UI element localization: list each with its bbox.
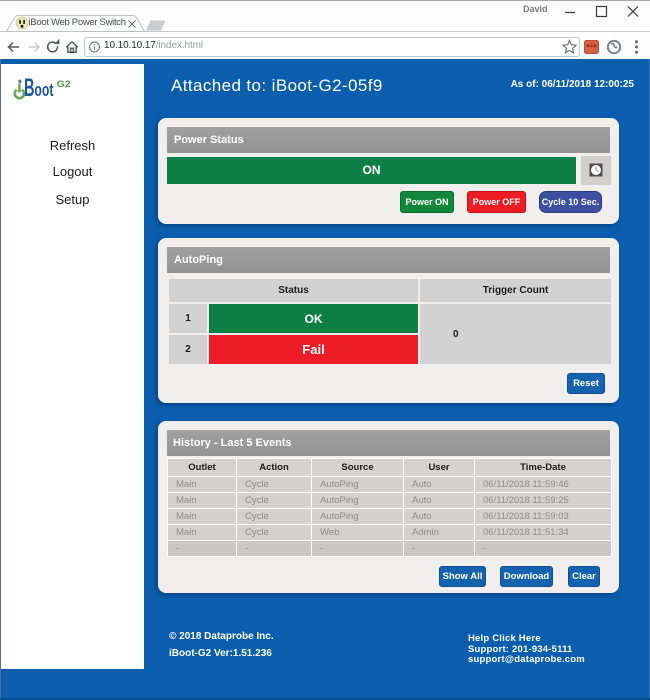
svg-text:B: B bbox=[24, 74, 35, 102]
svg-text:oot: oot bbox=[34, 79, 53, 100]
svg-text:G2: G2 bbox=[57, 79, 71, 90]
